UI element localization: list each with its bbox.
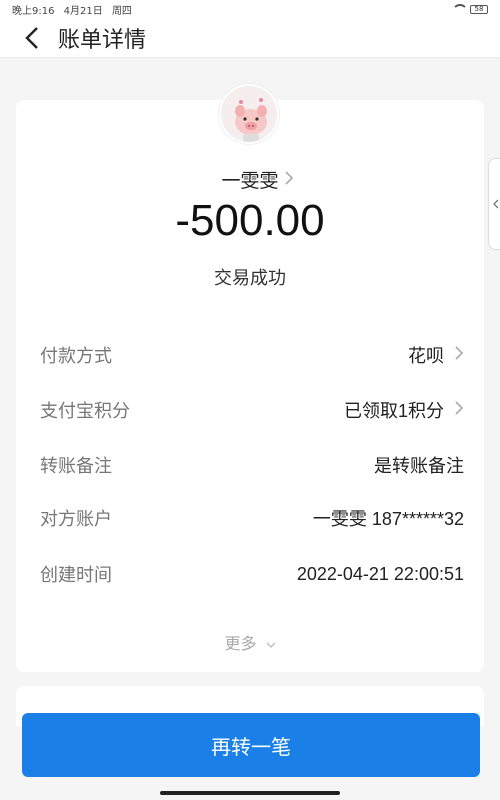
detail-label: 付款方式 [40, 346, 112, 367]
status-time: 晚上9:16 [12, 5, 55, 17]
detail-label: 对方账户 [40, 509, 112, 530]
detail-value: 2022-04-21 22:00:51 [296, 563, 464, 584]
detail-row-payment-method[interactable]: 付款方式 花呗 [40, 340, 464, 370]
battery-icon: 58 [470, 4, 488, 14]
detail-row-remark: 转账备注 是转账备注 [40, 450, 464, 480]
payee-name-row[interactable]: 一雯雯 [0, 164, 500, 194]
status-weekday: 周四 [111, 5, 132, 17]
detail-label: 支付宝积分 [40, 401, 130, 422]
page-title: 账单详情 [58, 27, 147, 53]
chevron-right-icon [284, 170, 294, 190]
detail-row-counterparty: 对方账户 一雯雯 187******32 [40, 503, 464, 533]
detail-value: 已领取1积分 [343, 401, 444, 421]
chevron-right-icon [454, 400, 464, 421]
payee-name: 一雯雯 [221, 169, 279, 192]
detail-value: 花呗 [408, 346, 444, 366]
side-drawer-tab[interactable] [488, 158, 500, 250]
back-icon[interactable] [12, 18, 52, 58]
detail-row-created-time: 创建时间 2022-04-21 22:00:51 [40, 559, 464, 589]
transaction-status: 交易成功 [214, 268, 286, 289]
chevron-left-icon [492, 199, 498, 209]
detail-value: 是转账备注 [374, 456, 464, 476]
status-bar: 晚上9:16 4月21日 周四 58 [0, 0, 500, 18]
chevron-right-icon [454, 345, 464, 366]
chevron-down-icon [266, 642, 276, 648]
wifi-icon [452, 4, 468, 14]
more-label: 更多 [224, 634, 257, 653]
detail-label: 创建时间 [40, 565, 112, 586]
transaction-amount: -500.00 [175, 196, 325, 245]
transfer-again-button[interactable]: 再转一笔 [22, 713, 480, 777]
avatar[interactable] [219, 84, 279, 144]
status-date: 4月21日 [63, 5, 103, 17]
header: 账单详情 [0, 18, 500, 58]
detail-label: 转账备注 [40, 456, 112, 477]
detail-value: 一雯雯 187******32 [312, 509, 464, 529]
detail-row-points[interactable]: 支付宝积分 已领取1积分 [40, 395, 464, 425]
home-indicator[interactable] [160, 791, 340, 795]
more-button[interactable]: 更多 [0, 630, 500, 654]
